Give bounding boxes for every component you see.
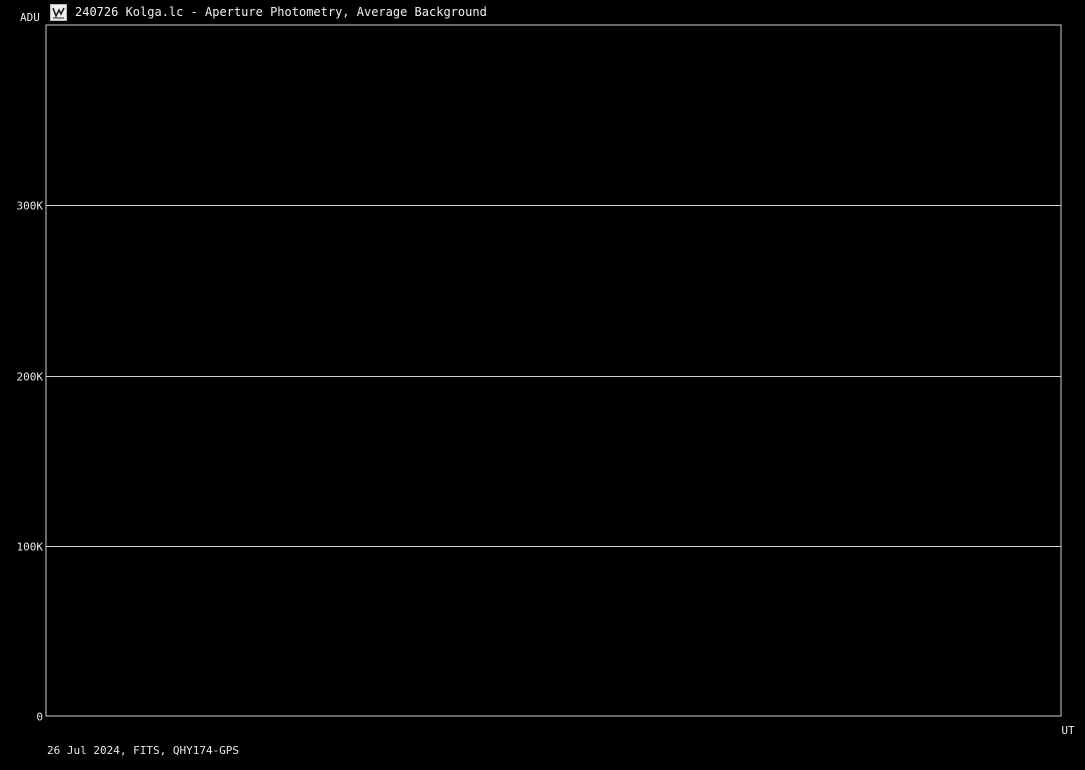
light-curve-chart: 0100K200K300K08:17:1008:17:1508:17:2008:… — [17, 11, 1075, 737]
y-tick-label: 300K — [17, 200, 44, 213]
x-axis-label: UT — [1061, 724, 1075, 737]
window-title: 240726 Kolga.lc - Aperture Photometry, A… — [75, 5, 487, 19]
y-tick-label: 0 — [36, 711, 43, 724]
y-axis-label: ADU — [20, 11, 40, 24]
y-tick-label: 100K — [17, 541, 44, 554]
footer-info: 26 Jul 2024, FITS, QHY174-GPS — [47, 744, 240, 757]
chart-app-icon[interactable] — [50, 3, 67, 21]
plot-frame — [45, 24, 1062, 717]
y-tick-label: 200K — [17, 371, 44, 384]
window-title-bar: 240726 Kolga.lc - Aperture Photometry, A… — [50, 3, 487, 21]
